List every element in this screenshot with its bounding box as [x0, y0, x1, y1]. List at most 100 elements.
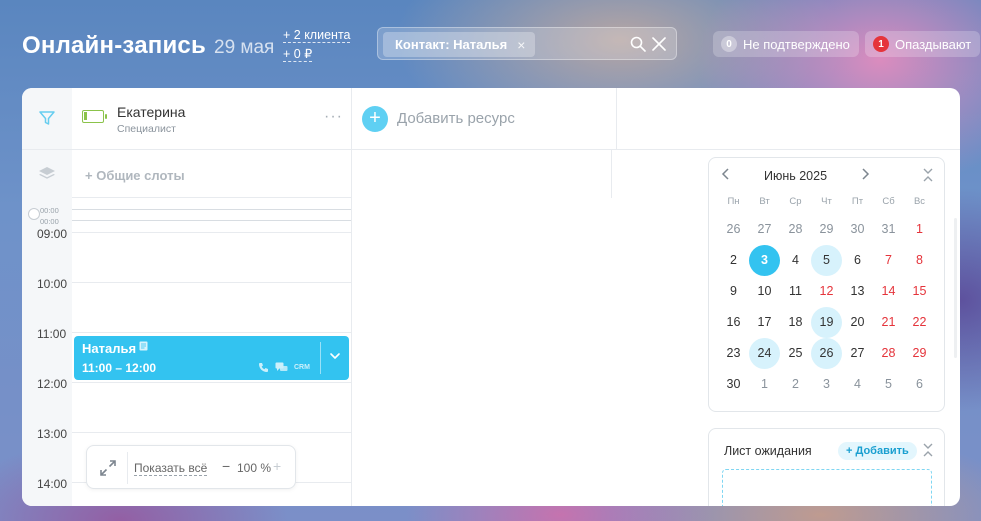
calendar-day[interactable]: 30 — [718, 369, 749, 400]
appointment-card[interactable]: Наталья 11:00 – 12:00 CRM — [74, 336, 349, 380]
calendar-day[interactable]: 26 — [718, 214, 749, 245]
calendar-day[interactable]: 17 — [749, 307, 780, 338]
resource-name[interactable]: Екатерина — [117, 104, 185, 120]
calendar-day[interactable]: 11 — [780, 276, 811, 307]
hour-line — [72, 282, 351, 283]
weekday-label: Пн — [727, 196, 740, 207]
appointment-time: 11:00 – 12:00 — [82, 361, 157, 375]
late-filter[interactable]: 1 Опаздывают — [865, 31, 981, 57]
zoom-value: 100 % — [237, 461, 272, 475]
search-icon[interactable] — [630, 36, 646, 52]
calendar-day[interactable]: 15 — [904, 276, 935, 307]
chip-remove-icon[interactable]: × — [517, 37, 525, 53]
appointment-client-name: Наталья — [82, 341, 137, 356]
calendar-day[interactable]: 1 — [749, 369, 780, 400]
calendar-day[interactable]: 22 — [904, 307, 935, 338]
search-box[interactable]: Контакт: Наталья × — [377, 27, 677, 60]
resource-menu-icon[interactable]: ··· — [324, 108, 343, 126]
page-title: Онлайн-запись — [22, 32, 206, 59]
calendar-day[interactable]: 19 — [811, 307, 842, 338]
expand-icon[interactable] — [99, 459, 117, 477]
calendar-day[interactable]: 2 — [780, 369, 811, 400]
calendar-day[interactable]: 16 — [718, 307, 749, 338]
calendar-day[interactable]: 8 — [904, 245, 935, 276]
calendar-day[interactable]: 3 — [811, 369, 842, 400]
phone-icon[interactable] — [258, 362, 269, 373]
calendar-day[interactable]: 27 — [842, 338, 873, 369]
calendar-day[interactable]: 4 — [842, 369, 873, 400]
calendar-day[interactable]: 10 — [749, 276, 780, 307]
filter-icon[interactable] — [39, 110, 55, 126]
scrollbar[interactable] — [954, 218, 957, 358]
hour-label: 12:00 — [37, 377, 68, 391]
mini-time-label: 00:00 — [40, 217, 59, 226]
late-count-badge: 1 — [873, 36, 889, 52]
common-slots-button[interactable]: + Общие слоты — [85, 168, 185, 183]
zoom-in-button[interactable]: + — [273, 458, 281, 474]
calendar-day[interactable]: 12 — [811, 276, 842, 307]
weekday-label: Пт — [851, 196, 864, 207]
crm-link[interactable]: CRM — [294, 364, 310, 371]
calendar-day[interactable]: 18 — [780, 307, 811, 338]
add-resource-button[interactable]: + — [362, 106, 388, 132]
calendar-day[interactable]: 24 — [749, 338, 780, 369]
clear-search-icon[interactable] — [652, 37, 666, 51]
clients-count-link[interactable]: + 2 клиента — [283, 28, 351, 43]
calendar-day[interactable]: 5 — [873, 369, 904, 400]
weekday-label: Сб — [882, 196, 895, 207]
calendar-day[interactable]: 6 — [904, 369, 935, 400]
hour-line — [72, 332, 351, 333]
appointment-divider — [320, 342, 321, 374]
chevron-right-icon[interactable] — [860, 168, 870, 180]
weekday-label: Ср — [789, 196, 802, 207]
amount-link[interactable]: + 0 ₽ — [283, 47, 313, 62]
calendar-day[interactable]: 31 — [873, 214, 904, 245]
calendar-day[interactable]: 30 — [842, 214, 873, 245]
show-all-link[interactable]: Показать всё — [134, 461, 208, 476]
hour-label: 11:00 — [37, 327, 67, 341]
collapse-icon[interactable] — [922, 443, 934, 457]
calendar-day[interactable]: 5 — [811, 245, 842, 276]
calendar-month-title: Июнь 2025 — [763, 169, 828, 183]
waitlist-add-button[interactable]: + Добавить — [838, 442, 917, 460]
note-icon — [139, 341, 148, 351]
waitlist-dropzone[interactable] — [722, 469, 932, 506]
calendar-day[interactable]: 20 — [842, 307, 873, 338]
calendar-day[interactable]: 27 — [749, 214, 780, 245]
calendar-day[interactable]: 23 — [718, 338, 749, 369]
weekday-label: Вт — [759, 196, 770, 207]
waitlist-panel: Лист ожидания + Добавить — [708, 428, 945, 506]
calendar-day[interactable]: 2 — [718, 245, 749, 276]
zoom-out-button[interactable]: − — [222, 458, 230, 474]
time-divider — [72, 209, 351, 210]
calendar-day[interactable]: 13 — [842, 276, 873, 307]
add-resource-label[interactable]: Добавить ресурс — [397, 110, 515, 127]
schedule-panel: Екатерина Специалист ··· + Добавить ресу… — [22, 88, 960, 506]
calendar-day[interactable]: 26 — [811, 338, 842, 369]
calendar-day[interactable]: 14 — [873, 276, 904, 307]
calendar-day[interactable]: 29 — [904, 338, 935, 369]
calendar-day[interactable]: 1 — [904, 214, 935, 245]
hour-label: 09:00 — [37, 227, 68, 241]
calendar-day[interactable]: 25 — [780, 338, 811, 369]
chat-icon[interactable] — [275, 362, 288, 373]
calendar-day[interactable]: 28 — [780, 214, 811, 245]
calendar-day[interactable]: 3 — [749, 245, 780, 276]
collapse-icon[interactable] — [922, 168, 934, 182]
unconfirmed-label: Не подтверждено — [743, 36, 850, 52]
calendar-day[interactable]: 4 — [780, 245, 811, 276]
hour-label: 13:00 — [37, 427, 68, 441]
chevron-down-icon[interactable] — [329, 350, 341, 362]
calendar-day[interactable]: 29 — [811, 214, 842, 245]
column-divider — [351, 88, 352, 506]
calendar-day[interactable]: 9 — [718, 276, 749, 307]
calendar-day[interactable]: 28 — [873, 338, 904, 369]
layers-icon[interactable] — [38, 166, 56, 182]
calendar-day[interactable]: 21 — [873, 307, 904, 338]
page-date: 29 мая — [214, 37, 275, 58]
appointment-actions: CRM — [258, 362, 310, 373]
calendar-day[interactable]: 6 — [842, 245, 873, 276]
calendar-day[interactable]: 7 — [873, 245, 904, 276]
late-label: Опаздывают — [895, 36, 972, 52]
unconfirmed-filter[interactable]: 0 Не подтверждено — [713, 31, 859, 57]
